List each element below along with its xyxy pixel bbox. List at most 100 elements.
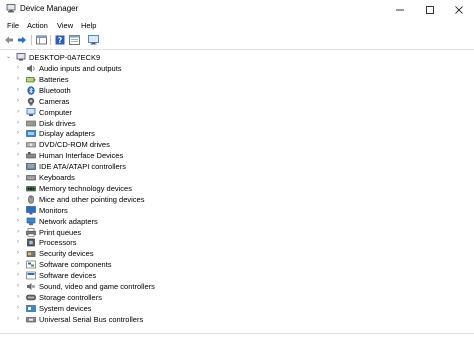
- tree-item[interactable]: › Software devices: [0, 270, 474, 281]
- tree-item-label: Processors: [39, 238, 77, 248]
- collapse-chevron-icon[interactable]: ⌄: [6, 54, 12, 61]
- tree-item-label: Monitors: [39, 205, 68, 215]
- tree-item[interactable]: › Cameras: [0, 96, 474, 107]
- tree-item-label: Software components: [39, 260, 112, 270]
- expand-chevron-icon[interactable]: ›: [17, 294, 23, 301]
- help-button[interactable]: ?: [54, 34, 66, 46]
- tree-item[interactable]: › Mice and other pointing devices: [0, 194, 474, 205]
- expand-chevron-icon[interactable]: ›: [17, 229, 23, 236]
- scan-monitor-icon: [87, 35, 99, 45]
- tree-item[interactable]: › Network adapters: [0, 216, 474, 227]
- computer-icon: [16, 53, 26, 61]
- expand-chevron-icon[interactable]: ›: [17, 98, 23, 105]
- expand-chevron-icon[interactable]: ›: [17, 185, 23, 192]
- toolbar: ?: [0, 32, 474, 50]
- tree-item[interactable]: › Processors: [0, 237, 474, 248]
- tree-item[interactable]: › Audio inputs and outputs: [0, 63, 474, 74]
- maximize-icon: [426, 5, 434, 14]
- tree-item-label: IDE ATA/ATAPI controllers: [39, 162, 126, 172]
- close-button[interactable]: [444, 0, 474, 19]
- title-bar[interactable]: Device Manager: [0, 0, 474, 19]
- tree-item-label: Storage controllers: [39, 292, 102, 302]
- tree-item[interactable]: › Computer: [0, 107, 474, 118]
- speaker-icon: [27, 64, 35, 73]
- expand-chevron-icon[interactable]: ›: [17, 65, 23, 72]
- processor-icon: [27, 239, 35, 247]
- computer-icon: [26, 107, 36, 116]
- tree-item[interactable]: › Sound, video and game controllers: [0, 281, 474, 292]
- tree-item[interactable]: › Display adapters: [0, 128, 474, 139]
- expand-chevron-icon[interactable]: ›: [17, 239, 23, 246]
- properties-icon: [68, 35, 80, 45]
- tree-item[interactable]: › Monitors: [0, 205, 474, 216]
- expand-chevron-icon[interactable]: ›: [17, 272, 23, 279]
- tree-item[interactable]: › Memory technology devices: [0, 183, 474, 194]
- menu-help[interactable]: Help: [81, 21, 96, 30]
- show-hide-console-tree-button[interactable]: [35, 34, 47, 46]
- expand-chevron-icon[interactable]: ›: [17, 250, 23, 257]
- expand-chevron-icon[interactable]: ›: [17, 174, 23, 181]
- storage-controller-icon: [26, 294, 36, 301]
- tree-item[interactable]: › Bluetooth: [0, 85, 474, 96]
- menu-action[interactable]: Action: [27, 21, 48, 30]
- status-bar: [0, 333, 474, 348]
- tree-root-label: DESKTOP-0A7ECK9: [29, 53, 101, 62]
- monitor-icon: [26, 205, 36, 215]
- tree-item-label: Human Interface Devices: [39, 151, 124, 161]
- menu-file[interactable]: File: [7, 21, 19, 30]
- tree-item[interactable]: › DVD/CD-ROM drives: [0, 139, 474, 150]
- tree-item[interactable]: › Software components: [0, 259, 474, 270]
- minimize-icon: [396, 9, 404, 10]
- tree-item[interactable]: › Human Interface Devices: [0, 150, 474, 161]
- forward-button[interactable]: [16, 34, 28, 46]
- tree-item[interactable]: › Batteries: [0, 74, 474, 85]
- expand-chevron-icon[interactable]: ›: [17, 109, 23, 116]
- expand-chevron-icon[interactable]: ›: [17, 120, 23, 127]
- expand-chevron-icon[interactable]: ›: [17, 87, 23, 94]
- memory-icon: [26, 186, 36, 192]
- menu-view[interactable]: View: [57, 21, 73, 30]
- minimize-button[interactable]: [385, 0, 415, 19]
- expand-chevron-icon[interactable]: ›: [17, 163, 23, 170]
- tree-root[interactable]: ⌄ DESKTOP-0A7ECK9: [0, 52, 474, 63]
- disk-drive-icon: [26, 120, 36, 126]
- network-adapter-icon: [26, 217, 36, 225]
- software-component-icon: [26, 260, 36, 269]
- expand-chevron-icon[interactable]: ›: [17, 196, 23, 203]
- expand-chevron-icon[interactable]: ›: [17, 130, 23, 137]
- window-title: Device Manager: [20, 4, 79, 13]
- tree-item[interactable]: › Disk drives: [0, 118, 474, 129]
- tree-item[interactable]: › Security devices: [0, 248, 474, 259]
- expand-chevron-icon[interactable]: ›: [17, 261, 23, 268]
- mouse-icon: [28, 195, 34, 204]
- expand-chevron-icon[interactable]: ›: [17, 152, 23, 159]
- tree-item-label: Print queues: [39, 227, 82, 237]
- tree-item[interactable]: › Print queues: [0, 227, 474, 238]
- properties-button[interactable]: [68, 34, 80, 46]
- expand-chevron-icon[interactable]: ›: [17, 218, 23, 225]
- tree-item[interactable]: › Keyboards: [0, 172, 474, 183]
- expand-chevron-icon[interactable]: ›: [17, 207, 23, 214]
- tree-item-label: Sound, video and game controllers: [39, 282, 155, 291]
- printer-icon: [26, 227, 36, 237]
- help-icon: ?: [55, 35, 65, 45]
- expand-chevron-icon[interactable]: ›: [17, 316, 23, 323]
- tree-item-label: Software devices: [39, 271, 97, 281]
- tree-item-label: DVD/CD-ROM drives: [39, 140, 110, 150]
- expand-chevron-icon[interactable]: ›: [17, 305, 23, 312]
- tree-item-label: Display adapters: [39, 129, 95, 139]
- expand-chevron-icon[interactable]: ›: [17, 141, 23, 148]
- maximize-button[interactable]: [415, 0, 445, 19]
- bluetooth-icon: [27, 85, 35, 95]
- expand-chevron-icon[interactable]: ›: [17, 283, 23, 290]
- forward-arrow-icon: [18, 36, 26, 44]
- back-button[interactable]: [3, 34, 15, 46]
- expand-chevron-icon[interactable]: ›: [17, 76, 23, 83]
- scan-hardware-changes-button[interactable]: [87, 34, 99, 46]
- software-device-icon: [26, 271, 36, 280]
- tree-item[interactable]: › System devices: [0, 303, 474, 314]
- tree-item[interactable]: › Universal Serial Bus controllers: [0, 314, 474, 325]
- tree-item[interactable]: › Storage controllers: [0, 292, 474, 303]
- tree-item[interactable]: › IDE ATA/ATAPI controllers: [0, 161, 474, 172]
- camera-icon: [27, 97, 35, 106]
